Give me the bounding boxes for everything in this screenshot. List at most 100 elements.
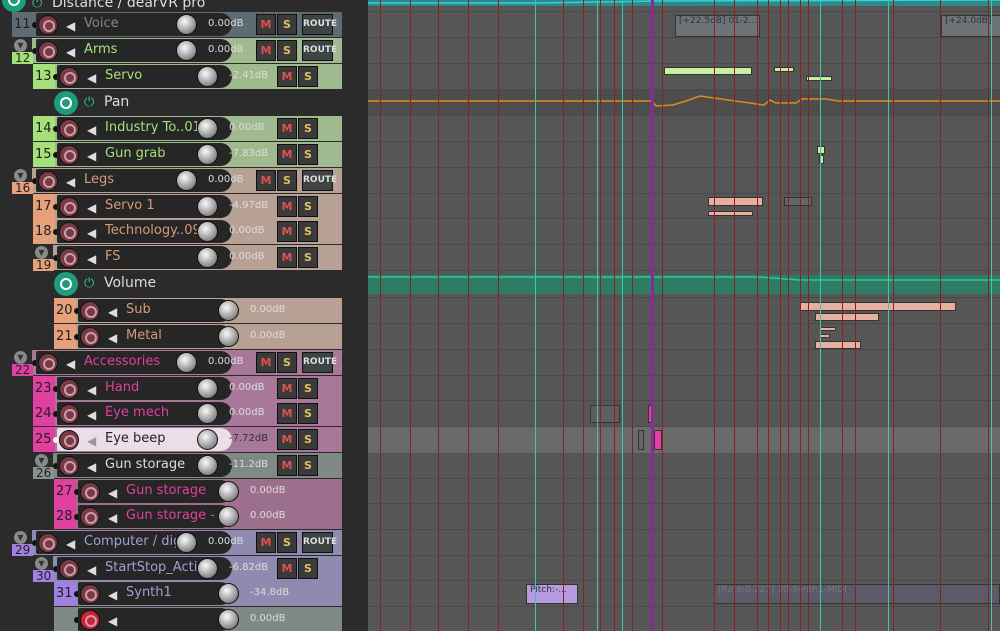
speaker-icon[interactable]: ◀: [87, 434, 96, 448]
power-icon[interactable]: ⏻: [84, 95, 94, 110]
solo-button[interactable]: S: [298, 247, 318, 268]
marker-line[interactable]: [498, 0, 499, 631]
mute-button[interactable]: M: [277, 455, 297, 476]
marker-line[interactable]: [614, 0, 615, 631]
volume-knob[interactable]: [197, 378, 218, 399]
track-row[interactable]: ▼ 26 ◀ Gun storage -11.2dB M S: [0, 453, 368, 479]
marker-line[interactable]: [768, 0, 769, 631]
track-name[interactable]: Voice: [84, 16, 176, 31]
top-envelope-line[interactable]: [368, 0, 1000, 4]
volume-knob[interactable]: [197, 429, 218, 450]
record-arm-button[interactable]: [38, 533, 58, 553]
speaker-icon[interactable]: ◀: [87, 563, 96, 577]
track-name[interactable]: Sub: [126, 302, 218, 317]
marker-line[interactable]: [940, 0, 941, 631]
marker-line[interactable]: [468, 0, 469, 631]
mute-button[interactable]: M: [277, 378, 297, 399]
record-arm-button[interactable]: [80, 327, 100, 347]
volume-knob[interactable]: [197, 144, 218, 165]
track-row[interactable]: ◀ 0.00dB: [0, 607, 368, 631]
track-row[interactable]: 28 ◀ Gun storage - c 0.00dB: [0, 504, 368, 530]
speaker-icon[interactable]: ◀: [108, 486, 117, 500]
envelope-arm-icon[interactable]: [2, 0, 26, 12]
volume-knob[interactable]: [197, 196, 218, 217]
mute-button[interactable]: M: [256, 352, 276, 373]
record-arm-button[interactable]: [59, 248, 79, 268]
record-arm-button[interactable]: [80, 584, 100, 604]
speaker-icon[interactable]: ◀: [87, 149, 96, 163]
track-number[interactable]: 27: [54, 479, 76, 504]
record-arm-button[interactable]: [59, 379, 79, 399]
track-name[interactable]: Gun storage: [126, 483, 218, 498]
volume-knob[interactable]: [176, 14, 197, 35]
record-arm-button[interactable]: [59, 456, 79, 476]
track-number[interactable]: [54, 607, 76, 631]
mute-button[interactable]: M: [256, 170, 276, 191]
power-icon[interactable]: ⏻: [32, 0, 42, 11]
speaker-icon[interactable]: ◀: [87, 252, 96, 266]
marker-line[interactable]: [410, 0, 411, 631]
track-row[interactable]: 24 ◀ Eye mech 0.00dB M S: [0, 401, 368, 427]
volume-knob[interactable]: [176, 40, 197, 61]
marker-line[interactable]: [438, 0, 439, 631]
volume-knob[interactable]: [218, 326, 239, 347]
track-name[interactable]: FS: [105, 249, 197, 264]
track-row[interactable]: 21 ◀ Metal 0.00dB: [0, 324, 368, 350]
track-name[interactable]: Metal: [126, 328, 218, 343]
track-number[interactable]: 23: [33, 376, 55, 401]
volume-knob[interactable]: [218, 609, 239, 630]
volume-knob[interactable]: [197, 558, 218, 579]
record-arm-button[interactable]: [80, 482, 100, 502]
track-number[interactable]: 14: [33, 116, 55, 141]
marker-line[interactable]: [757, 0, 758, 631]
route-button[interactable]: ROUTE: [302, 14, 337, 35]
volume-knob[interactable]: [218, 481, 239, 502]
record-arm-button[interactable]: [59, 404, 79, 424]
track-number[interactable]: 15: [33, 142, 55, 167]
volume-knob[interactable]: [218, 506, 239, 527]
record-arm-button[interactable]: [80, 301, 100, 321]
speaker-icon[interactable]: ◀: [66, 175, 75, 189]
mute-button[interactable]: M: [277, 144, 297, 165]
record-arm-button[interactable]: [38, 15, 58, 35]
track-number[interactable]: 29: [12, 544, 34, 556]
marker-line[interactable]: [988, 0, 989, 631]
marker-line[interactable]: [632, 0, 633, 631]
speaker-icon[interactable]: ◀: [87, 71, 96, 85]
marker-line[interactable]: [583, 0, 584, 631]
track-row[interactable]: 27 ◀ Gun storage 0.00dB: [0, 479, 368, 505]
speaker-icon[interactable]: ◀: [66, 357, 75, 371]
track-number[interactable]: 12: [12, 52, 34, 64]
marker-line[interactable]: [788, 0, 789, 631]
track-number[interactable]: 28: [54, 504, 76, 529]
solo-button[interactable]: S: [298, 378, 318, 399]
marker-line[interactable]: [714, 0, 715, 631]
mute-button[interactable]: M: [277, 118, 297, 139]
edit-cursor[interactable]: [651, 0, 654, 631]
solo-button[interactable]: S: [298, 144, 318, 165]
track-row[interactable]: ▼ 29 ◀ Computer / dig 0.00dB M S ROUTE: [0, 530, 368, 556]
volume-knob[interactable]: [218, 583, 239, 604]
solo-button[interactable]: S: [277, 352, 297, 373]
solo-button[interactable]: S: [277, 14, 297, 35]
solo-button[interactable]: S: [298, 118, 318, 139]
record-arm-button[interactable]: [38, 171, 58, 191]
marker-line[interactable]: [734, 0, 735, 631]
envelope-lane-volume[interactable]: ⏻ Volume: [52, 271, 327, 297]
record-arm-button[interactable]: [80, 507, 100, 527]
envelope-lane-pan[interactable]: ⏻ Pan: [52, 90, 327, 116]
solo-button[interactable]: S: [277, 532, 297, 553]
volume-knob[interactable]: [197, 118, 218, 139]
solo-button[interactable]: S: [298, 455, 318, 476]
mute-button[interactable]: M: [277, 196, 297, 217]
track-name[interactable]: Technology..09: [105, 223, 197, 238]
track-name[interactable]: Eye beep: [105, 431, 197, 446]
solo-button[interactable]: S: [298, 429, 318, 450]
volume-knob[interactable]: [197, 66, 218, 87]
track-name[interactable]: Gun grab: [105, 146, 197, 161]
track-name[interactable]: Synth1: [126, 585, 218, 600]
marker-line[interactable]: [380, 0, 381, 631]
volume-knob[interactable]: [218, 300, 239, 321]
track-row[interactable]: ▼ 12 ◀ Arms 0.00dB M S ROUTE: [0, 38, 368, 64]
speaker-icon[interactable]: ◀: [66, 45, 75, 59]
